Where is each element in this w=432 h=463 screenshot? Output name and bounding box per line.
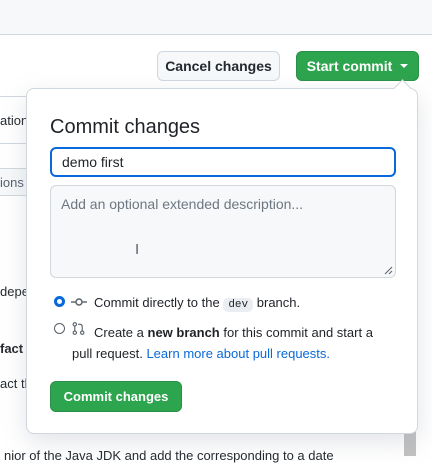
option-text: branch. — [256, 295, 301, 310]
option-text: pull request. — [72, 346, 143, 361]
commit-summary-input[interactable] — [50, 147, 396, 177]
dialog-title: Commit changes — [50, 116, 201, 138]
top-bar — [0, 0, 432, 35]
commit-changes-label: Commit changes — [63, 389, 169, 404]
option-bold-text: new branch — [147, 325, 220, 340]
cancel-changes-button[interactable]: Cancel changes — [157, 51, 280, 81]
new-branch-radio[interactable] — [54, 323, 65, 334]
text-cursor-icon: I — [135, 241, 140, 258]
background-text: depe — [0, 284, 29, 299]
background-text: ions — [0, 175, 24, 190]
popover-pointer — [393, 79, 412, 98]
resize-grip-icon[interactable] — [384, 266, 393, 275]
background-text: fact — [0, 341, 24, 356]
background-text: ation — [0, 113, 29, 128]
cancel-changes-label: Cancel changes — [165, 58, 272, 74]
option-text: Commit directly to the — [94, 295, 220, 310]
caret-down-icon — [400, 64, 409, 68]
learn-more-link[interactable]: Learn more about pull requests. — [146, 346, 330, 361]
branch-name: dev — [223, 298, 254, 312]
commit-changes-button[interactable]: Commit changes — [50, 381, 182, 412]
commit-description-input[interactable] — [50, 185, 396, 278]
start-commit-label: Start commit — [306, 58, 393, 74]
start-commit-button[interactable]: Start commit — [296, 51, 419, 81]
option-text: Create a — [94, 325, 144, 340]
commit-direct-radio[interactable] — [54, 296, 65, 307]
new-branch-option[interactable]: Create a new branch for this commit and … — [72, 322, 402, 364]
git-commit-icon — [71, 298, 87, 306]
option-text: for this commit and start a — [223, 325, 373, 340]
commit-changes-popover: Commit changes I Commit directly to the … — [26, 79, 418, 434]
scrollbar-thumb[interactable] — [404, 432, 416, 456]
commit-direct-option[interactable]: Commit directly to the dev branch. — [94, 295, 301, 312]
